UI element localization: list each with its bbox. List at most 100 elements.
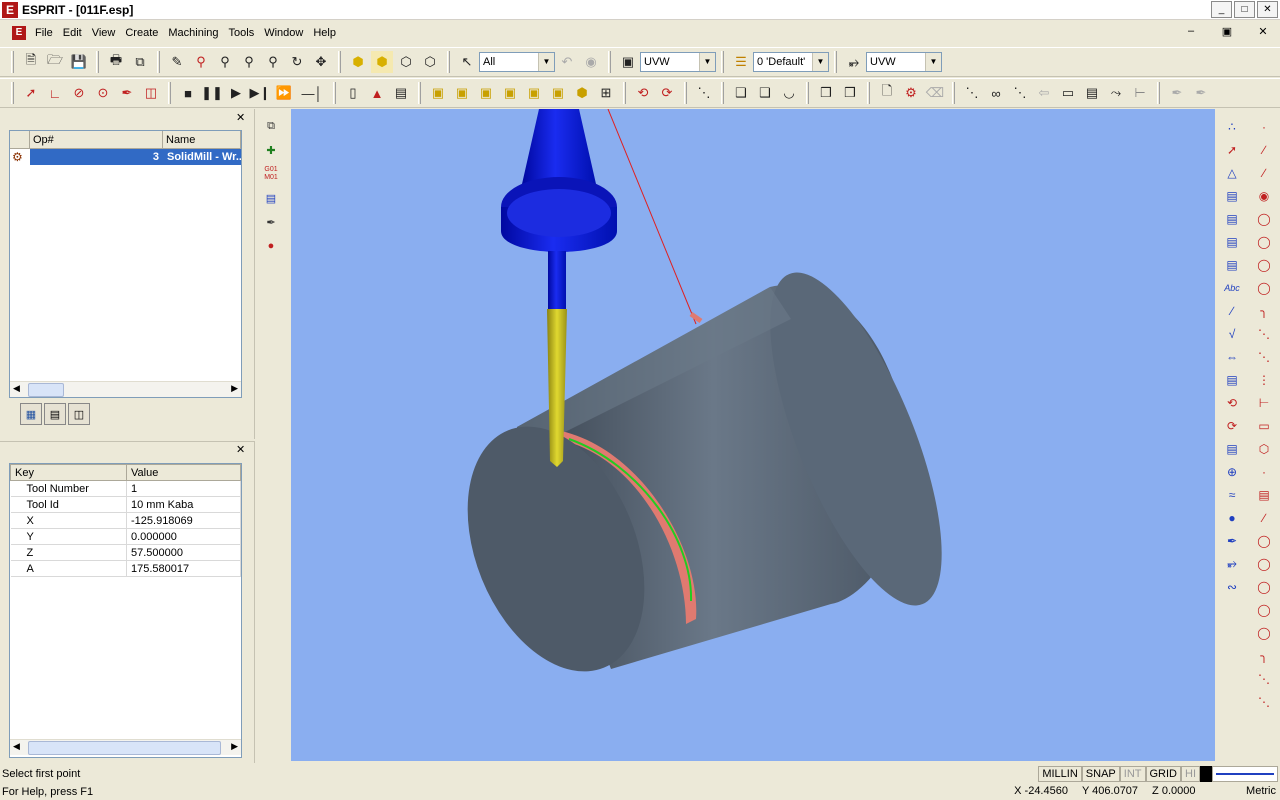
modify-17-icon[interactable]: ≈ [1220, 483, 1244, 506]
modify-21-icon[interactable]: ∾ [1220, 575, 1244, 598]
axis-icon[interactable]: ✚ [259, 139, 283, 161]
scroll-left-icon[interactable]: ◀ [13, 383, 20, 394]
text-tool-icon[interactable]: Abc [1220, 276, 1244, 299]
hatch-icon[interactable]: ▤ [1081, 82, 1103, 104]
point-icon[interactable]: ➚ [20, 82, 42, 104]
view-right-icon[interactable]: ▣ [475, 82, 497, 104]
color-swatch[interactable] [1200, 766, 1212, 782]
tools-tab-icon[interactable]: ◫ [68, 403, 90, 425]
disabled-tool-2-icon[interactable]: ✒ [1190, 82, 1212, 104]
chamfer-2-icon[interactable]: ⋱ [1252, 690, 1276, 713]
print-icon[interactable]: 🖶 [105, 51, 127, 73]
modify-13-icon[interactable]: ⟲ [1220, 391, 1244, 414]
property-row[interactable]: X -125.918069 [10, 512, 241, 529]
modify-9-icon[interactable]: ∕ [1220, 299, 1244, 322]
modify-4-icon[interactable]: ▤ [1220, 184, 1244, 207]
menu-machining[interactable]: Machining [163, 27, 223, 39]
simulation-options-icon[interactable]: ▤ [390, 82, 412, 104]
select-arrow-icon[interactable]: ↖ [456, 51, 478, 73]
circle-2pt-icon[interactable]: ◯ [1252, 207, 1276, 230]
line-tool-icon[interactable]: ∕ [1252, 138, 1276, 161]
circle-tangent-icon[interactable]: ◯ [1252, 253, 1276, 276]
view-back-icon[interactable]: ▣ [523, 82, 545, 104]
modify-5-icon[interactable]: ▤ [1220, 207, 1244, 230]
circle-5-icon[interactable]: ◯ [1252, 552, 1276, 575]
solid-box-icon[interactable]: ❑ [730, 82, 752, 104]
modify-3-icon[interactable]: △ [1220, 161, 1244, 184]
scroll-left-icon[interactable]: ◀ [13, 741, 20, 752]
zoom-fit-icon[interactable]: ⚲ [262, 51, 284, 73]
stop-icon[interactable]: ■ [177, 82, 199, 104]
undo-icon[interactable]: ↶ [556, 51, 578, 73]
modify-6-icon[interactable]: ▤ [1220, 230, 1244, 253]
maximize-button[interactable]: □ [1234, 1, 1255, 18]
wireframe-icon[interactable]: ⬡ [395, 51, 417, 73]
modify-19-icon[interactable]: ✒ [1220, 529, 1244, 552]
shape-icon[interactable]: ▭ [1057, 82, 1079, 104]
tool-path-icon[interactable]: ✒ [259, 211, 283, 233]
scroll-thumb[interactable] [28, 383, 64, 397]
modify-11-icon[interactable]: ⇔ [1220, 345, 1244, 368]
circle-center-icon[interactable]: ◉ [1252, 184, 1276, 207]
feature-points-icon[interactable]: ⋱ [693, 82, 715, 104]
rectangle-icon[interactable]: ▭ [1252, 414, 1276, 437]
solid-cut-icon[interactable]: ❑ [754, 82, 776, 104]
save-icon[interactable]: 💾 [68, 51, 90, 73]
view-plane-dropdown[interactable]: UVW ▼ [866, 52, 942, 72]
mode-milling[interactable]: MILLIN [1038, 766, 1082, 782]
scroll-right-icon[interactable]: ▶ [231, 741, 238, 752]
arc-tool-icon[interactable]: ╮ [1252, 299, 1276, 322]
mode-grid[interactable]: GRID [1145, 766, 1181, 782]
post-icon[interactable]: ● [259, 235, 283, 257]
menu-edit[interactable]: Edit [58, 27, 87, 39]
chain-icon[interactable]: ◫ [140, 82, 162, 104]
leader-icon[interactable]: ⤳ [1105, 82, 1127, 104]
copy-op-icon[interactable]: ⧉ [259, 115, 283, 137]
property-row[interactable]: Tool Id 10 mm Kaba [10, 496, 241, 513]
circle-3pt-icon[interactable]: ◯ [1252, 230, 1276, 253]
workplane-dropdown[interactable]: UVW ▼ [640, 52, 716, 72]
zoom-window-icon[interactable]: ⚲ [190, 51, 212, 73]
arc-tool-icon[interactable]: ⊙ [92, 82, 114, 104]
eraser-icon[interactable]: ⌫ [924, 82, 946, 104]
disabled-tool-1-icon[interactable]: ✒ [1166, 82, 1188, 104]
column-key[interactable]: Key [10, 464, 127, 481]
column-name[interactable]: Name [163, 131, 241, 148]
circle-offset-icon[interactable]: ◯ [1252, 276, 1276, 299]
speed-slider-icon[interactable]: —│ [297, 82, 327, 104]
circle-6-icon[interactable]: ◯ [1252, 575, 1276, 598]
modify-10-icon[interactable]: √ [1220, 322, 1244, 345]
menu-window[interactable]: Window [259, 27, 308, 39]
open-folder-icon[interactable]: 🗁 [44, 51, 66, 73]
gcode-icon[interactable]: G01 M01 [259, 163, 283, 185]
view-front-icon[interactable]: ▣ [451, 82, 473, 104]
menu-view[interactable]: View [87, 27, 121, 39]
scroll-thumb[interactable] [28, 741, 221, 755]
linear-dim-icon[interactable]: ∞ [985, 82, 1007, 104]
dimension-icon[interactable]: ⋱ [961, 82, 983, 104]
property-row[interactable]: Z 57.500000 [10, 544, 241, 561]
solid-subtract-icon[interactable]: ❒ [839, 82, 861, 104]
line-2-icon[interactable]: ∕ [1252, 506, 1276, 529]
step-icon[interactable]: ▶❙ [249, 82, 271, 104]
hidden-line-icon[interactable]: ⬡ [419, 51, 441, 73]
circle-4-icon[interactable]: ◯ [1252, 529, 1276, 552]
point-2-icon[interactable]: · [1252, 460, 1276, 483]
shaded-edges-icon[interactable]: ⬢ [371, 51, 393, 73]
view-plane-icon[interactable]: ⥵ [843, 51, 865, 73]
arc-2-icon[interactable]: ╮ [1252, 644, 1276, 667]
circle-tool-icon[interactable]: ⊘ [68, 82, 90, 104]
line-icon[interactable]: ∟ [44, 82, 66, 104]
mode-snap[interactable]: SNAP [1081, 766, 1120, 782]
property-row[interactable]: A 175.580017 [10, 560, 241, 577]
mode-hi[interactable]: HI [1181, 766, 1200, 782]
mdi-minimize-button[interactable]: – [1180, 25, 1202, 41]
layers-icon[interactable]: ☰ [730, 51, 752, 73]
solid-revolve-icon[interactable]: ◡ [778, 82, 800, 104]
tool-icon[interactable]: ▯ [342, 82, 364, 104]
document-icon[interactable]: E [12, 26, 26, 40]
solid-union-icon[interactable]: ❒ [815, 82, 837, 104]
chamfer-icon[interactable]: ⋱ [1252, 345, 1276, 368]
pan-icon[interactable]: ✥ [310, 51, 332, 73]
modify-18-icon[interactable]: ● [1220, 506, 1244, 529]
